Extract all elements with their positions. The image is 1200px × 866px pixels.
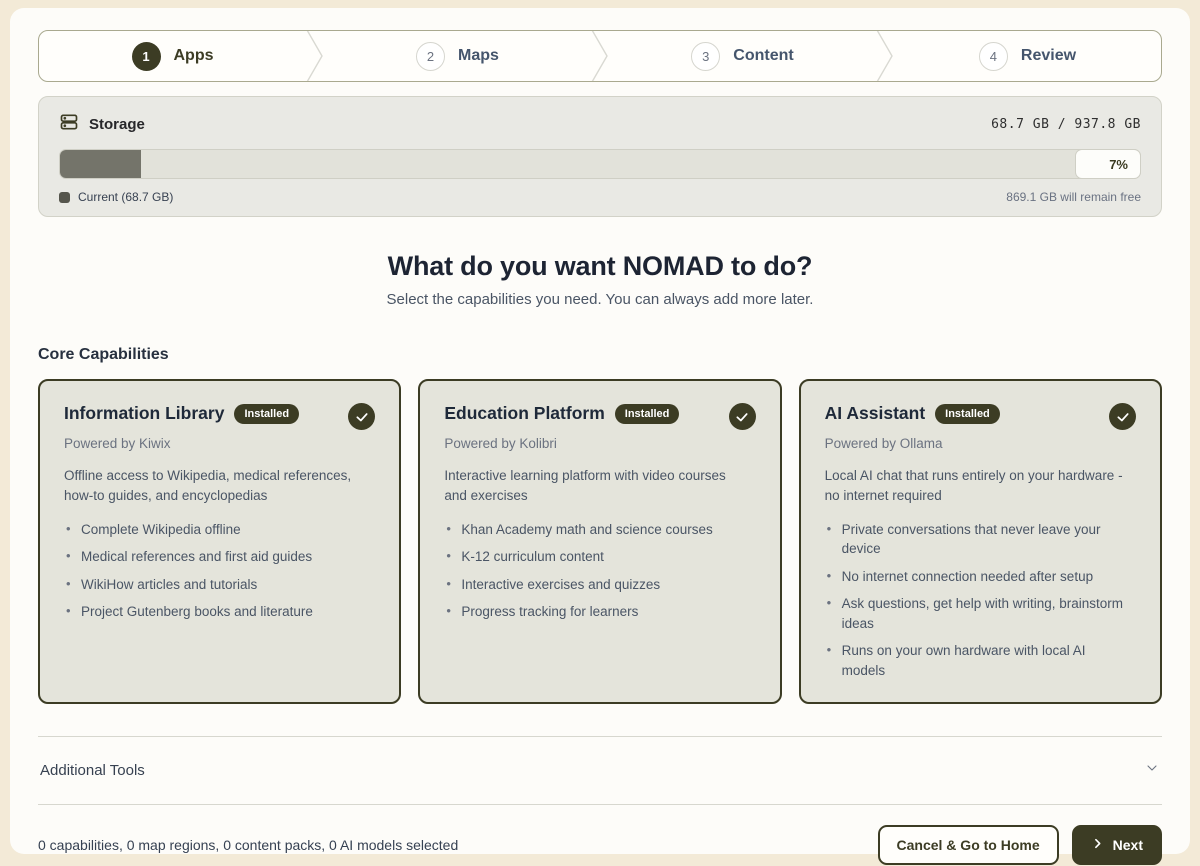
- card-feature-item: Complete Wikipedia offline: [64, 520, 364, 540]
- card-header: Education Platform Installed: [444, 403, 755, 430]
- card-feature-item: WikiHow articles and tutorials: [64, 575, 364, 595]
- legend-current-swatch: [59, 192, 70, 203]
- card-feature-item: Runs on your own hardware with local AI …: [825, 641, 1125, 680]
- step-number-circle: 3: [691, 42, 720, 71]
- card-header: AI Assistant Installed: [825, 403, 1136, 430]
- storage-header: Storage 68.7 GB / 937.8 GB: [59, 112, 1141, 136]
- next-button[interactable]: Next: [1072, 825, 1162, 865]
- chevron-down-icon: [1144, 760, 1160, 781]
- storage-percent-label: 7%: [1109, 157, 1128, 172]
- storage-percent-chip: 7%: [1075, 149, 1141, 179]
- card-feature-list: Complete Wikipedia offline Medical refere…: [64, 520, 375, 622]
- core-capabilities-heading: Core Capabilities: [38, 346, 1162, 364]
- capability-card[interactable]: AI Assistant Installed Powered by Ollama…: [799, 379, 1162, 704]
- stepper-step-maps[interactable]: 2 Maps: [324, 31, 591, 81]
- card-feature-item: Project Gutenberg books and literature: [64, 602, 364, 622]
- installed-badge: Installed: [234, 404, 299, 424]
- page-subtitle: Select the capabilities you need. You ca…: [38, 291, 1162, 308]
- step-chevron-separator: [306, 31, 324, 81]
- storage-usage-text: 68.7 GB / 937.8 GB: [991, 117, 1141, 132]
- powered-by-text: Powered by Ollama: [825, 436, 1136, 451]
- powered-by-text: Powered by Kiwix: [64, 436, 375, 451]
- card-feature-item: Progress tracking for learners: [444, 602, 744, 622]
- stepper-step-content[interactable]: 3 Content: [609, 31, 876, 81]
- wizard-panel: 1 Apps 2 Maps 3 Content 4 Review: [10, 8, 1190, 854]
- step-number-circle: 1: [132, 42, 161, 71]
- step-label: Apps: [174, 47, 214, 65]
- stepper-step-apps[interactable]: 1 Apps: [39, 31, 306, 81]
- step-label: Review: [1021, 47, 1076, 65]
- storage-remaining-text: 869.1 GB will remain free: [1006, 190, 1141, 204]
- step-chevron-separator: [876, 31, 894, 81]
- powered-by-text: Powered by Kolibri: [444, 436, 755, 451]
- legend-current-label: Current (68.7 GB): [78, 190, 173, 204]
- storage-progress-fill: [60, 150, 141, 178]
- card-feature-item: Interactive exercises and quizzes: [444, 575, 744, 595]
- storage-legend: Current (68.7 GB) 869.1 GB will remain f…: [59, 190, 1141, 204]
- card-feature-list: Private conversations that never leave y…: [825, 520, 1136, 681]
- footer-actions: Cancel & Go to Home Next: [878, 825, 1163, 865]
- installed-badge: Installed: [935, 404, 1000, 424]
- selection-summary: 0 capabilities, 0 map regions, 0 content…: [38, 837, 458, 853]
- card-description: Offline access to Wikipedia, medical ref…: [64, 466, 364, 507]
- storage-drive-icon: [59, 112, 79, 136]
- card-title-group: Education Platform Installed: [444, 403, 679, 424]
- step-number-circle: 4: [979, 42, 1008, 71]
- storage-legend-current: Current (68.7 GB): [59, 190, 173, 204]
- additional-tools-toggle[interactable]: Additional Tools: [38, 737, 1162, 804]
- storage-title-group: Storage: [59, 112, 145, 136]
- storage-progress-bar: 7%: [59, 149, 1141, 179]
- card-feature-item: Medical references and first aid guides: [64, 547, 364, 567]
- storage-panel: Storage 68.7 GB / 937.8 GB 7% Current (6…: [38, 96, 1162, 217]
- storage-title: Storage: [89, 116, 145, 133]
- step-label: Maps: [458, 47, 499, 65]
- capability-card[interactable]: Information Library Installed Powered by…: [38, 379, 401, 704]
- selected-check-icon: [1109, 403, 1136, 430]
- card-title-group: Information Library Installed: [64, 403, 299, 424]
- card-header: Information Library Installed: [64, 403, 375, 430]
- card-title-group: AI Assistant Installed: [825, 403, 1000, 424]
- cancel-button[interactable]: Cancel & Go to Home: [878, 825, 1059, 865]
- step-number-circle: 2: [416, 42, 445, 71]
- stepper: 1 Apps 2 Maps 3 Content 4 Review: [38, 30, 1162, 82]
- card-description: Interactive learning platform with video…: [444, 466, 744, 507]
- selected-check-icon: [729, 403, 756, 430]
- installed-badge: Installed: [615, 404, 680, 424]
- wizard-footer: 0 capabilities, 0 map regions, 0 content…: [38, 805, 1162, 866]
- chevron-right-icon: [1091, 837, 1104, 853]
- card-feature-item: Khan Academy math and science courses: [444, 520, 744, 540]
- card-feature-list: Khan Academy math and science courses K-1…: [444, 520, 755, 622]
- card-feature-item: K-12 curriculum content: [444, 547, 744, 567]
- page-title: What do you want NOMAD to do?: [38, 251, 1162, 282]
- card-title: Information Library: [64, 403, 224, 424]
- step-chevron-separator: [591, 31, 609, 81]
- card-feature-item: Ask questions, get help with writing, br…: [825, 594, 1125, 633]
- next-button-label: Next: [1113, 837, 1143, 853]
- card-feature-item: No internet connection needed after setu…: [825, 567, 1125, 587]
- page-heading: What do you want NOMAD to do? Select the…: [38, 251, 1162, 308]
- capability-cards: Information Library Installed Powered by…: [38, 379, 1162, 704]
- additional-tools-label: Additional Tools: [40, 762, 145, 779]
- selected-check-icon: [348, 403, 375, 430]
- card-feature-item: Private conversations that never leave y…: [825, 520, 1125, 559]
- card-description: Local AI chat that runs entirely on your…: [825, 466, 1125, 507]
- card-title: AI Assistant: [825, 403, 926, 424]
- card-title: Education Platform: [444, 403, 604, 424]
- capability-card[interactable]: Education Platform Installed Powered by …: [418, 379, 781, 704]
- step-label: Content: [733, 47, 793, 65]
- stepper-step-review[interactable]: 4 Review: [894, 31, 1161, 81]
